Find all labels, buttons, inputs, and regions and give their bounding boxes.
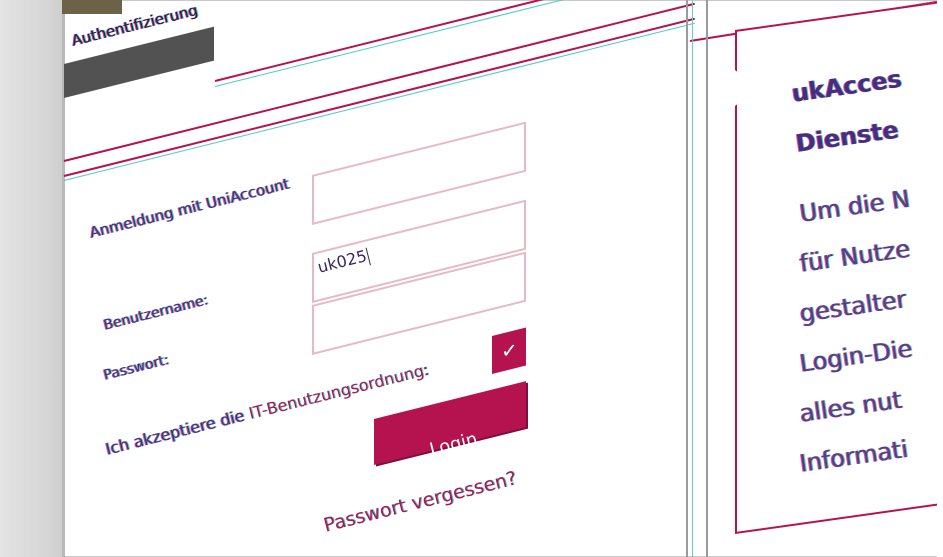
right-edge xyxy=(937,0,943,557)
column-divider xyxy=(692,0,693,557)
column-divider xyxy=(686,0,688,557)
gutter-top-strip xyxy=(62,0,122,14)
column-divider xyxy=(706,0,708,557)
left-gutter xyxy=(0,0,62,557)
check-icon: ✓ xyxy=(500,338,518,363)
info-box-notch xyxy=(735,70,757,106)
